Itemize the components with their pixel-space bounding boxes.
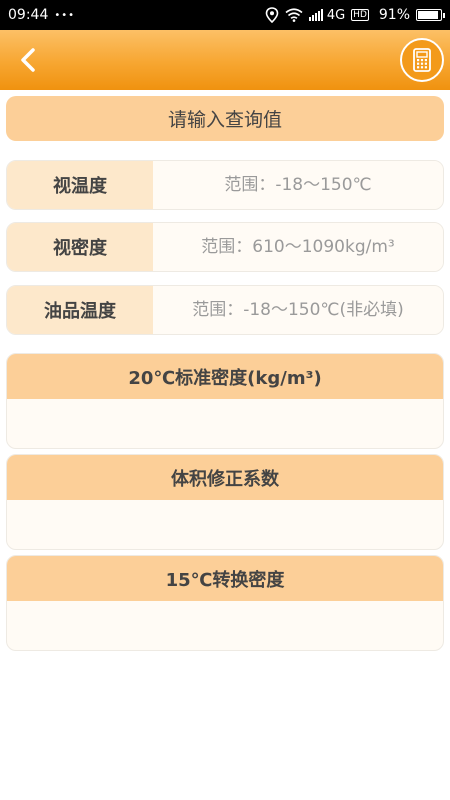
status-time: 09:44 [8, 7, 49, 23]
converted-density-card: 15℃转换密度 [6, 555, 444, 651]
calculator-button[interactable] [400, 38, 444, 82]
apparent-density-label: 视密度 [7, 223, 153, 271]
battery-percent: 91% [378, 7, 410, 23]
location-icon [265, 7, 279, 23]
network-type: 4G [326, 7, 346, 23]
converted-density-title: 15℃转换密度 [7, 556, 443, 601]
oil-temperature-label: 油品温度 [7, 286, 153, 334]
apparent-temperature-row: 视温度 [6, 160, 444, 210]
chevron-left-icon [21, 48, 35, 72]
converted-density-value [7, 601, 443, 650]
battery-level [418, 11, 439, 19]
apparent-temperature-input[interactable] [153, 161, 443, 209]
apparent-temperature-label: 视温度 [7, 161, 153, 209]
hd-badge: HD [351, 9, 369, 21]
app-header [0, 30, 450, 90]
back-button[interactable] [12, 44, 44, 76]
standard-density-value [7, 399, 443, 448]
wifi-icon [285, 8, 303, 22]
status-bar: 09:44 ••• 4G HD 91% [0, 0, 450, 30]
standard-density-title: 20℃标准密度(kg/m³) [7, 354, 443, 399]
signal-icon [308, 9, 325, 21]
apparent-density-input[interactable] [153, 223, 443, 271]
standard-density-card: 20℃标准密度(kg/m³) [6, 353, 444, 449]
notification-dots: ••• [54, 9, 76, 21]
oil-temperature-row: 油品温度 [6, 285, 444, 335]
query-title: 请输入查询值 [6, 96, 444, 141]
volume-correction-title: 体积修正系数 [7, 455, 443, 500]
volume-correction-value [7, 500, 443, 549]
battery-icon [416, 9, 445, 21]
apparent-density-row: 视密度 [6, 222, 444, 272]
oil-temperature-input[interactable] [153, 286, 443, 334]
volume-correction-card: 体积修正系数 [6, 454, 444, 550]
calculator-icon [413, 48, 431, 72]
